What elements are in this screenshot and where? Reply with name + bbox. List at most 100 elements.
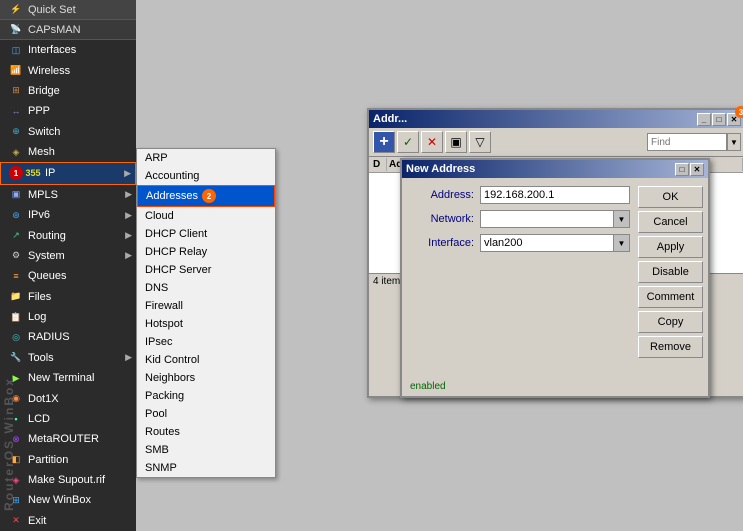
submenu-item-addresses[interactable]: Addresses 2	[137, 185, 275, 207]
sidebar-item-switch[interactable]: ⊕ Switch	[0, 122, 136, 142]
ip-icon: 355	[25, 165, 41, 181]
sidebar-item-bridge[interactable]: ⊞ Bridge	[0, 81, 136, 101]
dialog-fields: Address: Network: ▼ Interface: ▼	[410, 186, 630, 358]
find-box: ▼	[647, 133, 741, 151]
sidebar-item-dot1x[interactable]: ◉ Dot1X	[0, 388, 136, 408]
submenu-item-kid-control[interactable]: Kid Control	[137, 351, 275, 369]
sidebar-item-log[interactable]: 📋 Log	[0, 307, 136, 327]
sidebar-lcd-label: LCD	[28, 413, 50, 425]
submenu-item-routes[interactable]: Routes	[137, 423, 275, 441]
ipv6-icon: ⊛	[8, 207, 24, 223]
addr-list-toolbar: + 3 ✓ ✕ ▣ ▽ ▼	[369, 128, 743, 157]
address-input[interactable]	[480, 186, 630, 204]
sidebar-mpls-label: MPLS	[28, 189, 58, 201]
sidebar-item-routing[interactable]: ↗ Routing ▶	[0, 225, 136, 245]
submenu-item-firewall[interactable]: Firewall	[137, 297, 275, 315]
apply-button[interactable]: Apply	[638, 236, 703, 258]
disable-button[interactable]: Disable	[638, 261, 703, 283]
sidebar-item-new-winbox[interactable]: ⊞ New WinBox	[0, 490, 136, 510]
comment-button[interactable]: Comment	[638, 286, 703, 308]
submenu-item-pool[interactable]: Pool	[137, 405, 275, 423]
sidebar-item-ipv6[interactable]: ⊛ IPv6 ▶	[0, 205, 136, 225]
find-input[interactable]	[647, 133, 727, 151]
sidebar-item-tools[interactable]: 🔧 Tools ▶	[0, 348, 136, 368]
sidebar-item-lcd[interactable]: ▪ LCD	[0, 409, 136, 429]
network-input[interactable]	[481, 212, 611, 226]
main-window: ⚡ Quick Set 📡 CAPsMAN ◫ Interfaces 📶 Wir…	[0, 0, 743, 531]
addr-list-controls: _ □ ✕	[697, 113, 741, 126]
submenu-item-packing[interactable]: Packing	[137, 387, 275, 405]
sidebar-item-wireless[interactable]: 📶 Wireless	[0, 60, 136, 80]
sidebar-item-queues[interactable]: ≡ Queues	[0, 266, 136, 286]
submenu-item-accounting[interactable]: Accounting	[137, 167, 275, 185]
ok-button[interactable]: OK	[638, 186, 703, 208]
addr-list-minimize-btn[interactable]: _	[697, 113, 711, 126]
sidebar-winbox-label: New WinBox	[28, 494, 91, 506]
bridge-icon: ⊞	[8, 83, 24, 99]
network-label: Network:	[410, 213, 480, 225]
filter-btn[interactable]: ▽	[469, 131, 491, 153]
sidebar-item-meta-router[interactable]: ⊗ MetaROUTER	[0, 429, 136, 449]
tools-arrow-icon: ▶	[125, 352, 132, 363]
sidebar-radius-label: RADIUS	[28, 331, 70, 343]
copy-btn[interactable]: ▣	[445, 131, 467, 153]
sidebar-item-interfaces[interactable]: ◫ Interfaces	[0, 40, 136, 60]
submenu-item-dhcp-client[interactable]: DHCP Client	[137, 225, 275, 243]
submenu-item-ipsec[interactable]: IPsec	[137, 333, 275, 351]
sidebar-item-partition[interactable]: ◧ Partition	[0, 450, 136, 470]
sidebar-item-files[interactable]: 📁 Files	[0, 287, 136, 307]
sidebar-item-new-terminal[interactable]: ▶ New Terminal	[0, 368, 136, 388]
submenu-item-hotspot[interactable]: Hotspot	[137, 315, 275, 333]
sidebar-log-label: Log	[28, 311, 46, 323]
col-d: D	[371, 158, 387, 171]
sidebar-item-mpls[interactable]: ▣ MPLS ▶	[0, 185, 136, 205]
interface-input[interactable]	[481, 236, 611, 250]
submenu-item-dhcp-server[interactable]: DHCP Server	[137, 261, 275, 279]
sidebar-item-mesh[interactable]: ◈ Mesh	[0, 142, 136, 162]
new-addr-close-btn[interactable]: ✕	[690, 163, 704, 176]
submenu-item-arp[interactable]: ARP	[137, 149, 275, 167]
dialog-body: Address: Network: ▼ Interface: ▼	[402, 178, 708, 366]
sidebar-item-quick-set[interactable]: ⚡ Quick Set	[0, 0, 136, 20]
add-address-btn[interactable]: + 3	[373, 131, 395, 153]
check-btn[interactable]: ✓	[397, 131, 419, 153]
sidebar-ip-label: IP	[45, 167, 55, 179]
files-icon: 📁	[8, 289, 24, 305]
submenu-item-dns[interactable]: DNS	[137, 279, 275, 297]
address-label: Address:	[410, 189, 480, 201]
sidebar-item-capsman[interactable]: 📡 CAPsMAN	[0, 20, 136, 40]
sidebar-make-label: Make Supout.rif	[28, 474, 105, 486]
remove-button[interactable]: Remove	[638, 336, 703, 358]
sidebar-item-ppp[interactable]: ↔ PPP	[0, 101, 136, 121]
sidebar-item-exit[interactable]: ✕ Exit	[0, 511, 136, 531]
submenu-item-neighbors[interactable]: Neighbors	[137, 369, 275, 387]
copy-dialog-button[interactable]: Copy	[638, 311, 703, 333]
submenu-item-dhcp-relay[interactable]: DHCP Relay	[137, 243, 275, 261]
sidebar-item-radius[interactable]: ◎ RADIUS	[0, 327, 136, 347]
sidebar-item-system[interactable]: ⚙ System ▶	[0, 246, 136, 266]
interface-row: Interface: ▼	[410, 234, 630, 252]
network-dropdown-btn[interactable]: ▼	[613, 211, 629, 227]
interfaces-icon: ◫	[8, 42, 24, 58]
capsman-icon: 📡	[8, 22, 24, 38]
new-addr-title: New Address	[406, 163, 475, 175]
delete-btn[interactable]: ✕	[421, 131, 443, 153]
find-arrow-btn[interactable]: ▼	[727, 133, 741, 151]
sidebar-item-label: Quick Set	[28, 4, 76, 16]
ip-arrow-icon: ▶	[124, 168, 131, 179]
submenu-item-cloud[interactable]: Cloud	[137, 207, 275, 225]
new-addr-maximize-btn[interactable]: □	[675, 163, 689, 176]
sidebar-mesh-label: Mesh	[28, 146, 55, 158]
sidebar-item-ip[interactable]: 1 355 IP ▶	[0, 162, 136, 184]
cancel-button[interactable]: Cancel	[638, 211, 703, 233]
interface-dropdown-btn[interactable]: ▼	[613, 235, 629, 251]
submenu-item-smb[interactable]: SMB	[137, 441, 275, 459]
sidebar: ⚡ Quick Set 📡 CAPsMAN ◫ Interfaces 📶 Wir…	[0, 0, 136, 531]
addr-list-maximize-btn[interactable]: □	[712, 113, 726, 126]
sidebar-item-make-supout[interactable]: ◈ Make Supout.rif	[0, 470, 136, 490]
routing-arrow-icon: ▶	[125, 230, 132, 241]
submenu-item-snmp[interactable]: SNMP	[137, 459, 275, 477]
mpls-icon: ▣	[8, 187, 24, 203]
mpls-arrow-icon: ▶	[125, 189, 132, 200]
log-icon: 📋	[8, 309, 24, 325]
